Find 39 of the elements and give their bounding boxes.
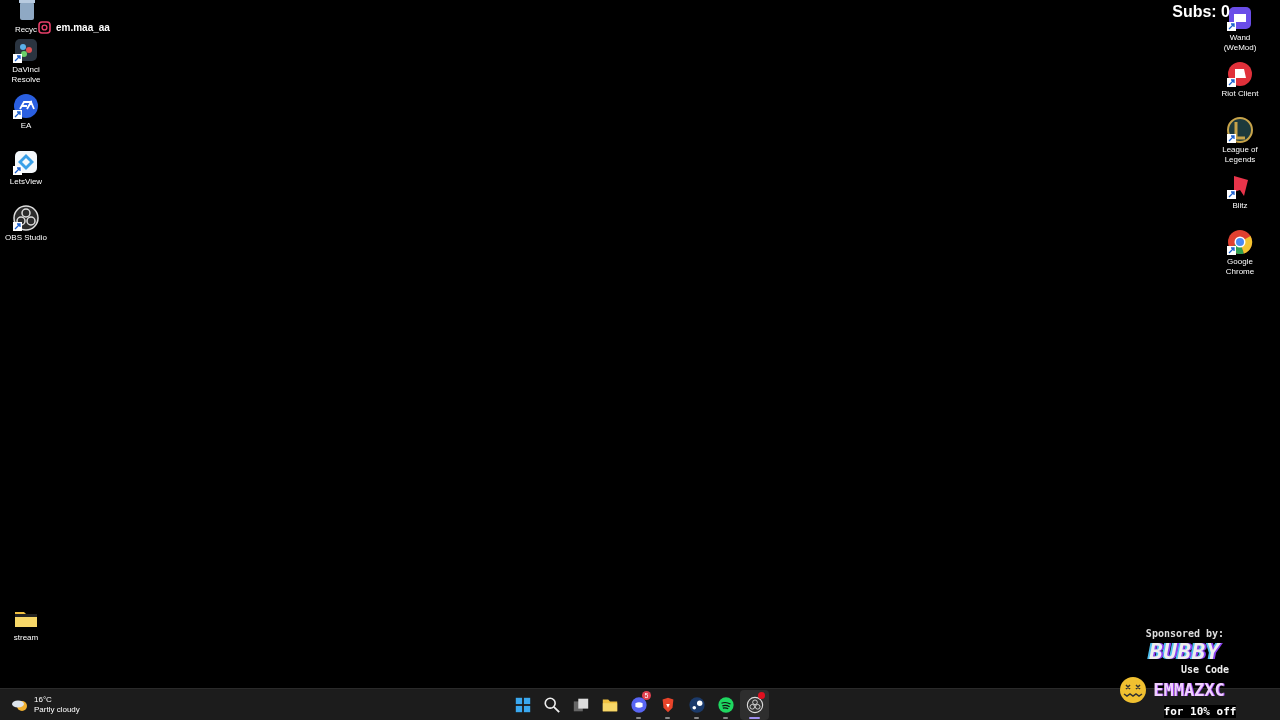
running-indicator <box>636 716 641 719</box>
temperature[interactable]: 16°C <box>34 694 80 705</box>
app-icon <box>629 695 648 714</box>
desktop-icon-label[interactable]: LetsView <box>1 177 51 187</box>
app-icon[interactable] <box>1226 228 1254 256</box>
desktop-icon-label[interactable]: Blitz <box>1215 201 1265 211</box>
desktop-icon-label[interactable]: stream <box>1 633 51 643</box>
sponsor-logo: BUBBY <box>1149 639 1221 664</box>
app-icon <box>745 695 764 714</box>
app-icon <box>716 695 735 714</box>
app-icon[interactable] <box>12 92 40 120</box>
search-icon <box>542 695 561 714</box>
weather-condition[interactable]: Partly cloudy <box>34 704 80 715</box>
sponsor-heading: Sponsored by: <box>1145 628 1225 639</box>
desktop-icon-label[interactable]: Recyc <box>1 25 51 35</box>
desktop-icon-label[interactable]: Riot Client <box>1215 89 1265 99</box>
running-indicator <box>749 716 760 719</box>
desktop-icon-label[interactable]: League of Legends <box>1215 145 1265 165</box>
app-icon[interactable] <box>1226 116 1254 144</box>
app-icon <box>513 695 532 714</box>
code-label: Use Code <box>1180 664 1230 675</box>
taskbar-button[interactable] <box>740 689 769 720</box>
desktop-icon-label[interactable]: Google Chrome <box>1215 257 1265 277</box>
app-icon[interactable] <box>12 148 40 176</box>
app-icon[interactable] <box>12 36 40 64</box>
desktop-icon-label[interactable]: DaVinci Resolve <box>1 65 51 85</box>
app-icon <box>687 695 706 714</box>
instagram-icon <box>38 21 51 34</box>
desktop-icon-label[interactable]: EA <box>1 121 51 131</box>
running-indicator <box>665 716 670 719</box>
running-indicator <box>723 716 728 719</box>
app-icon[interactable] <box>1226 60 1254 88</box>
desktop-icon-label[interactable]: Wand (WeMod) <box>1215 33 1265 53</box>
subscriber-count: Subs: 0 <box>1172 3 1230 21</box>
discount-text: for 10% off <box>1163 705 1237 718</box>
running-indicator <box>694 716 699 719</box>
promo-code: EMMAZXC <box>1153 680 1225 700</box>
instagram-handle: em.maa_aa <box>56 22 110 33</box>
desktop-icon-label[interactable]: OBS Studio <box>1 233 51 243</box>
